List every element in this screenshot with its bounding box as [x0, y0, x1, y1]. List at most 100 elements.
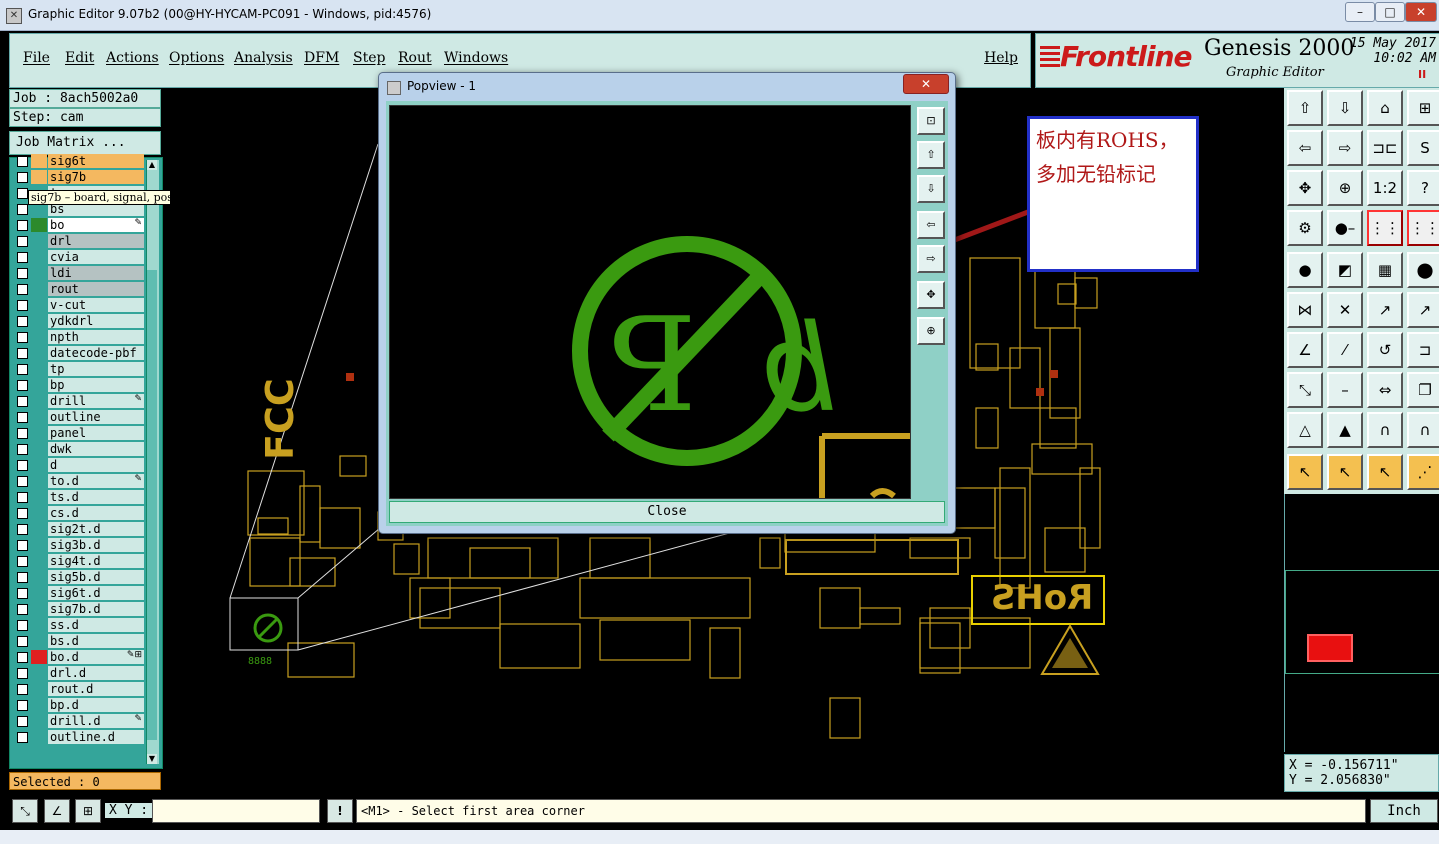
triangle-icon[interactable]: △: [1287, 412, 1323, 448]
layer-name[interactable]: sig6t.d: [48, 586, 144, 600]
measure-icon[interactable]: ⚙: [1287, 210, 1323, 246]
layer-row[interactable]: npth: [14, 330, 144, 344]
snap-angle-icon[interactable]: ∠: [44, 799, 70, 823]
layer-name[interactable]: outline: [48, 410, 144, 424]
menu-step[interactable]: Step: [353, 50, 385, 66]
layer-name[interactable]: panel: [48, 426, 144, 440]
zoom-center-icon[interactable]: ⊕: [1327, 170, 1363, 206]
arch-alt-icon[interactable]: ∩: [1407, 412, 1439, 448]
layer-name[interactable]: sig2t.d: [48, 522, 144, 536]
layer-row[interactable]: tp: [14, 362, 144, 376]
layer-checkbox[interactable]: [17, 476, 28, 487]
alert-button[interactable]: !: [327, 799, 353, 823]
layer-row[interactable]: drill.d ✎: [14, 714, 144, 728]
menu-edit[interactable]: Edit: [65, 50, 94, 66]
grid-snap-icon[interactable]: ⊞: [75, 799, 101, 823]
popview-close-x-button[interactable]: ✕: [903, 74, 949, 94]
snap-icon[interactable]: S: [1407, 130, 1439, 166]
popview-canvas[interactable]: P b: [389, 105, 911, 499]
layer-checkbox[interactable]: [17, 700, 28, 711]
layer-row[interactable]: ts.d: [14, 490, 144, 504]
layer-row[interactable]: v-cut: [14, 298, 144, 312]
netlist-icon[interactable]: ⋮⋮: [1367, 210, 1403, 246]
layer-name[interactable]: bp.d: [48, 698, 144, 712]
layer-name[interactable]: drl.d: [48, 666, 144, 680]
layer-row[interactable]: drl.d: [14, 666, 144, 680]
layer-row[interactable]: cs.d: [14, 506, 144, 520]
layer-row[interactable]: sig4t.d: [14, 554, 144, 568]
surface-icon[interactable]: ◩: [1327, 252, 1363, 288]
angle-icon[interactable]: ∠: [1287, 332, 1323, 368]
menu-analysis[interactable]: Analysis: [234, 50, 293, 66]
bracket-icon[interactable]: ⊐: [1407, 332, 1439, 368]
layer-name[interactable]: ss.d: [48, 618, 144, 632]
job-matrix-button[interactable]: Job Matrix ...: [9, 131, 161, 155]
pointer-icon[interactable]: ↖: [1287, 454, 1323, 490]
layer-name[interactable]: datecode-pbf: [48, 346, 144, 360]
layer-checkbox[interactable]: [17, 380, 28, 391]
layer-name[interactable]: bo: [48, 218, 144, 232]
layer-checkbox[interactable]: [17, 668, 28, 679]
connect-icon[interactable]: ⋈: [1287, 292, 1323, 328]
pad-icon[interactable]: ●: [1287, 252, 1323, 288]
layer-row[interactable]: bs.d: [14, 634, 144, 648]
pointer-select-icon[interactable]: ↖: [1327, 454, 1363, 490]
layer-checkbox[interactable]: [17, 188, 28, 199]
zoom-down-icon[interactable]: ⇩: [1327, 90, 1363, 126]
layer-checkbox[interactable]: [17, 732, 28, 743]
cross-icon[interactable]: ✕: [1327, 292, 1363, 328]
layer-name[interactable]: rout.d: [48, 682, 144, 696]
popview-pan-left-icon[interactable]: ⇦: [917, 211, 945, 239]
layer-checkbox[interactable]: [17, 236, 28, 247]
menu-rout[interactable]: Rout: [398, 50, 432, 66]
layer-checkbox[interactable]: [17, 604, 28, 615]
layer-checkbox[interactable]: [17, 572, 28, 583]
home-icon[interactable]: ⌂: [1367, 90, 1403, 126]
layer-name[interactable]: cs.d: [48, 506, 144, 520]
line-alt-icon[interactable]: ↗: [1407, 292, 1439, 328]
layer-row[interactable]: sig2t.d: [14, 522, 144, 536]
slash-icon[interactable]: ⁄: [1327, 332, 1363, 368]
copy-icon[interactable]: ❐: [1407, 372, 1439, 408]
layer-row[interactable]: bp: [14, 378, 144, 392]
overview-map[interactable]: [1284, 494, 1439, 752]
close-button[interactable]: ✕: [1405, 2, 1437, 22]
pause-icon[interactable]: II: [1418, 68, 1426, 81]
layer-name[interactable]: sig6t: [48, 154, 144, 168]
layer-checkbox[interactable]: [17, 620, 28, 631]
line-icon[interactable]: ↗: [1367, 292, 1403, 328]
resize-icon[interactable]: ⇔: [1367, 372, 1403, 408]
layer-row[interactable]: sig5b.d: [14, 570, 144, 584]
layer-row[interactable]: outline: [14, 410, 144, 424]
pointer-net-icon[interactable]: ⋰: [1407, 454, 1439, 490]
ruler-icon[interactable]: ▦: [1367, 252, 1403, 288]
help-icon[interactable]: ?: [1407, 170, 1439, 206]
layer-row[interactable]: d: [14, 458, 144, 472]
popview-close-button[interactable]: Close: [389, 501, 945, 523]
layer-name[interactable]: tp: [48, 362, 144, 376]
layer-checkbox[interactable]: [17, 284, 28, 295]
layer-checkbox[interactable]: [17, 268, 28, 279]
layer-row[interactable]: sig6t.d: [14, 586, 144, 600]
layer-row[interactable]: datecode-pbf: [14, 346, 144, 360]
grid-icon[interactable]: ⊞: [1407, 90, 1439, 126]
layer-row[interactable]: sig6t: [14, 154, 144, 168]
layer-name[interactable]: to.d: [48, 474, 144, 488]
layer-name[interactable]: bp: [48, 378, 144, 392]
layer-row[interactable]: to.d ✎: [14, 474, 144, 488]
triangle-fill-icon[interactable]: ▲: [1327, 412, 1363, 448]
layer-row[interactable]: rout.d: [14, 682, 144, 696]
layer-row[interactable]: dwk: [14, 442, 144, 456]
window-titlebar[interactable]: ✕ Graphic Editor 9.07b2 (00@HY-HYCAM-PC0…: [0, 0, 1439, 31]
popview-window[interactable]: Popview - 1 ✕ P b ⊡ ⇧ ⇩ ⇦ ⇨ ✥ ⊕ Close: [378, 72, 956, 534]
menu-help[interactable]: Help: [984, 50, 1018, 66]
minimize-button[interactable]: –: [1345, 2, 1375, 22]
menu-windows[interactable]: Windows: [444, 50, 508, 66]
menu-dfm[interactable]: DFM: [304, 50, 339, 66]
popview-pan-right-icon[interactable]: ⇨: [917, 245, 945, 273]
zoom-fit-icon[interactable]: ✥: [1287, 170, 1323, 206]
layer-checkbox[interactable]: [17, 716, 28, 727]
layer-checkbox[interactable]: [17, 524, 28, 535]
arc-icon[interactable]: ↺: [1367, 332, 1403, 368]
unit-selector[interactable]: Inch: [1370, 799, 1438, 823]
